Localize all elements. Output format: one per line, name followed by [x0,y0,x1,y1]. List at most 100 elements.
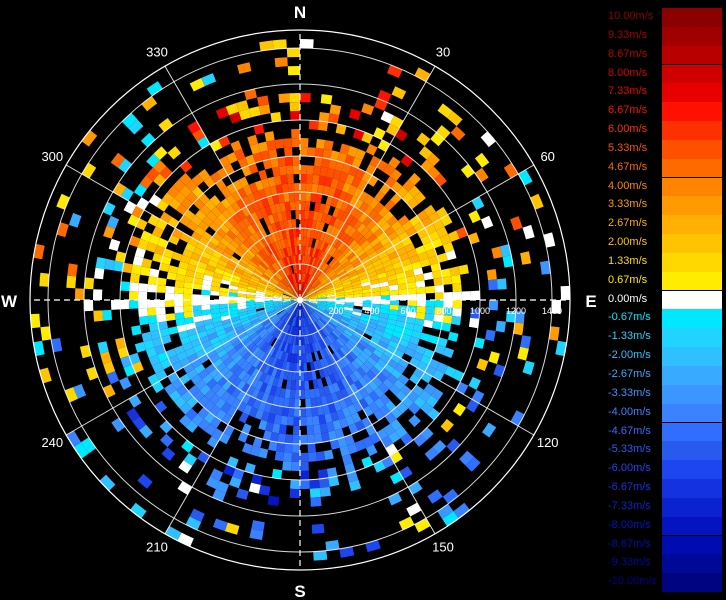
colorbar-row: -10.00m/s [606,573,722,592]
velocity-gate [183,287,193,295]
velocity-gate [307,434,316,444]
velocity-gate [156,300,166,308]
velocity-gate [443,292,454,300]
velocity-gate [290,479,300,489]
velocity-gate [167,146,182,160]
velocity-gate [129,282,139,292]
velocity-gate [449,266,460,277]
colorbar-row: -2.67m/s [606,365,722,385]
velocity-gate [416,300,426,307]
velocity-gate [304,210,310,220]
colorbar-swatch [662,309,722,329]
velocity-gate [294,389,300,400]
range-tick-label: 800 [436,306,451,316]
velocity-gate [293,416,300,426]
velocity-gate [300,380,305,391]
colorbar-swatch [662,497,722,517]
velocity-gate [165,285,175,294]
velocity-gate [284,156,293,166]
colorbar-swatch [662,384,722,404]
velocity-gate [474,152,490,168]
velocity-gate [353,302,363,307]
colorbar-label: 8.00m/s [608,66,648,79]
colorbar-label: 9.33m/s [608,28,648,41]
velocity-gate [304,389,311,399]
velocity-gate [174,306,184,314]
colorbar-label: 4.00m/s [608,179,648,192]
colorbar-swatch [662,64,722,84]
colorbar-row: 2.00m/s [606,234,722,253]
velocity-gate [120,281,130,292]
velocity-gate [488,279,498,291]
velocity-gate [425,300,435,308]
velocity-gate [277,433,286,444]
velocity-gate [305,183,313,193]
velocity-gate [510,216,523,231]
velocity-gate [300,461,309,472]
velocity-gate [79,344,92,359]
colorbar-row: 8.00m/s [606,64,722,84]
radar-center-marker [297,297,303,303]
velocity-gate [427,489,443,504]
range-tick-label: 600 [400,306,415,316]
velocity-gate [308,452,317,462]
velocity-gate [138,316,149,326]
velocity-gate [300,39,314,49]
velocity-gate [452,291,463,300]
velocity-gate [94,267,105,280]
colorbar-swatch [662,347,722,366]
velocity-gate [307,147,316,157]
velocity-gate [138,283,148,292]
velocity-gate [400,154,414,168]
velocity-gate [200,300,211,306]
velocity-gate [407,287,417,295]
colorbar-swatch [662,516,722,536]
range-tick-label: 200 [328,306,343,316]
velocity-gate [156,277,167,286]
velocity-gate [271,166,281,177]
velocity-gate [425,306,435,315]
velocity-gate [95,257,107,269]
colorbar-row: -2.00m/s [606,347,722,366]
velocity-gate [440,418,454,433]
velocity-gate [389,300,400,306]
velocity-gate [183,293,193,300]
colorbar-row: 10.00m/s [606,8,722,27]
colorbar-label: 7.33m/s [608,85,648,98]
velocity-gate [285,165,294,175]
azimuth-label: 330 [146,44,168,59]
ppi-velocity-plot: 200 400 600 800 1000 1200 1400 30 60 120 150 210 24… [1,3,597,600]
velocity-gate [496,278,507,290]
velocity-gate [316,138,326,149]
velocity-gate [323,449,334,460]
colorbar-swatch [662,554,722,574]
velocity-gate [183,300,193,307]
velocity-gate [313,424,322,435]
velocity-gate [294,191,300,202]
velocity-gate [300,146,308,157]
velocity-gate [468,317,479,329]
velocity-gate [380,290,390,296]
velocity-gate [304,201,311,211]
velocity-gate [111,300,121,310]
colorbar-row: -3.33m/s [606,384,722,404]
velocity-gate [147,276,158,285]
velocity-gate [128,394,142,408]
velocity-gate [310,496,322,507]
velocity-gate [201,289,211,296]
velocity-gate [210,304,220,310]
azimuth-label: 300 [41,149,63,164]
velocity-gate [104,258,116,271]
velocity-gate [288,192,295,202]
colorbar-row: -5.33m/s [606,441,722,461]
velocity-gate [300,93,311,103]
colorbar-label: -6.00m/s [608,462,651,475]
velocity-gate [361,456,374,468]
velocity-gate [158,118,173,133]
velocity-gate [419,332,431,342]
colorbar-label: -10.00m/s [608,575,657,588]
velocity-gate [323,140,334,151]
colorbar-swatch [662,403,722,423]
velocity-gate [179,160,193,173]
velocity-gate [147,284,157,293]
